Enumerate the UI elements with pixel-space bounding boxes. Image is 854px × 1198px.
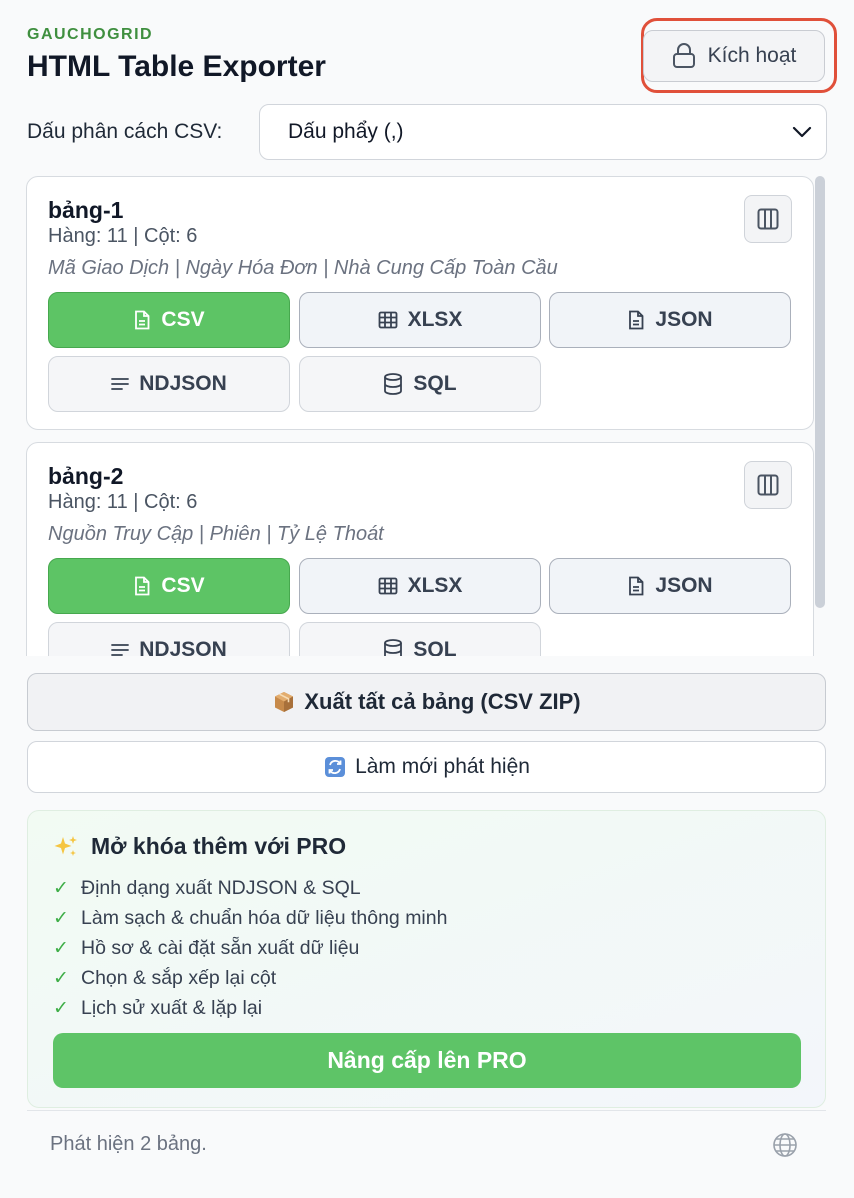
pro-title-row: Mở khóa thêm với PRO: [53, 833, 346, 860]
database-icon: [384, 639, 403, 656]
header: GAUCHOGRID HTML Table Exporter Kích hoạt: [27, 18, 837, 96]
table-grid-icon: [378, 577, 397, 595]
table-name: bảng-2: [48, 463, 124, 489]
json-label: JSON: [655, 308, 713, 331]
scrollbar[interactable]: [814, 176, 826, 656]
refresh-label: Làm mới phát hiện: [355, 755, 530, 778]
lines-icon: [111, 644, 130, 656]
export-all-label: Xuất tất cả bảng (CSV ZIP): [304, 689, 581, 714]
column-picker-button[interactable]: [744, 461, 792, 509]
file-icon: [629, 576, 644, 596]
export-json-button[interactable]: JSON: [549, 558, 791, 614]
pro-title: Mở khóa thêm với PRO: [91, 833, 347, 859]
package-emoji-icon: [272, 690, 296, 714]
table-columns-preview: Nguồn Truy Cập | Phiên | Tỷ Lệ Thoát: [48, 523, 384, 545]
pro-feature-list: ✓ Định dạng xuất NDJSON & SQL ✓ Làm sạch &…: [53, 873, 447, 1023]
check-icon: ✓: [53, 937, 69, 959]
sql-label: SQL: [413, 638, 457, 656]
table-card: bảng-2 Hàng: 11 | Cột: 6 Nguồn Truy Cập …: [26, 442, 814, 656]
list-item: ✓ Định dạng xuất NDJSON & SQL: [53, 873, 447, 903]
export-ndjson-button[interactable]: NDJSON: [48, 622, 290, 656]
export-ndjson-button[interactable]: NDJSON: [48, 356, 290, 412]
sparkles-icon: [54, 835, 77, 856]
export-sql-button[interactable]: SQL: [299, 356, 541, 412]
columns-icon: [757, 208, 779, 230]
feature-text: Làm sạch & chuẩn hóa dữ liệu thông minh: [81, 906, 448, 929]
tables-list[interactable]: bảng-1 Hàng: 11 | Cột: 6 Mã Giao Dịch | …: [26, 176, 826, 656]
export-xlsx-button[interactable]: XLSX: [299, 292, 541, 348]
table-columns-preview: Mã Giao Dịch | Ngày Hóa Đơn | Nhà Cung C…: [48, 257, 558, 279]
json-label: JSON: [655, 574, 713, 597]
csv-separator-label: Dấu phân cách CSV:: [27, 120, 223, 143]
list-item: ✓ Lịch sử xuất & lặp lại: [53, 993, 447, 1023]
ndjson-label: NDJSON: [139, 638, 227, 656]
upgrade-pro-button[interactable]: Nâng cấp lên PRO: [53, 1033, 801, 1088]
xlsx-label: XLSX: [407, 308, 463, 331]
lock-icon: [672, 43, 695, 68]
pro-upsell-panel: Mở khóa thêm với PRO ✓ Định dạng xuất NDJ…: [27, 810, 826, 1108]
column-picker-button[interactable]: [744, 195, 792, 243]
file-icon: [135, 576, 150, 596]
csv-separator-row: Dấu phân cách CSV: Dấu phẩy (,): [27, 104, 827, 160]
sql-label: SQL: [413, 372, 457, 395]
feature-text: Hồ sơ & cài đặt sẵn xuất dữ liệu: [81, 936, 360, 959]
feature-text: Chọn & sắp xếp lại cột: [81, 966, 277, 989]
table-name: bảng-1: [48, 197, 124, 223]
export-csv-button[interactable]: CSV: [48, 558, 290, 614]
table-meta: Hàng: 11 | Cột: 6: [48, 491, 198, 513]
table-grid-icon: [378, 311, 397, 329]
export-csv-button[interactable]: CSV: [48, 292, 290, 348]
table-card: bảng-1 Hàng: 11 | Cột: 6 Mã Giao Dịch | …: [26, 176, 814, 430]
database-icon: [384, 373, 403, 395]
refresh-emoji-icon: [323, 755, 347, 779]
check-icon: ✓: [53, 907, 69, 929]
check-icon: ✓: [53, 997, 69, 1019]
file-icon: [135, 310, 150, 330]
list-item: ✓ Chọn & sắp xếp lại cột: [53, 963, 447, 993]
list-item: ✓ Làm sạch & chuẩn hóa dữ liệu thông minh: [53, 903, 447, 933]
activate-label: Kích hoạt: [707, 44, 797, 67]
xlsx-label: XLSX: [407, 574, 463, 597]
csv-label: CSV: [161, 574, 205, 597]
chevron-down-icon: [792, 126, 812, 138]
csv-separator-value: Dấu phẩy (,): [288, 120, 404, 143]
csv-label: CSV: [161, 308, 205, 331]
columns-icon: [757, 474, 779, 496]
refresh-detection-button[interactable]: Làm mới phát hiện: [27, 741, 826, 793]
check-icon: ✓: [53, 877, 69, 899]
file-icon: [629, 310, 644, 330]
activate-button[interactable]: Kích hoạt: [643, 30, 825, 82]
footer-divider: [27, 1110, 826, 1111]
export-xlsx-button[interactable]: XLSX: [299, 558, 541, 614]
feature-text: Lịch sử xuất & lặp lại: [81, 996, 263, 1019]
check-icon: ✓: [53, 967, 69, 989]
csv-separator-select[interactable]: Dấu phẩy (,): [259, 104, 827, 160]
status-text: Phát hiện 2 bảng.: [50, 1133, 207, 1155]
lines-icon: [111, 378, 130, 390]
export-all-button[interactable]: Xuất tất cả bảng (CSV ZIP): [27, 673, 826, 731]
feature-text: Định dạng xuất NDJSON & SQL: [81, 876, 361, 899]
export-sql-button[interactable]: SQL: [299, 622, 541, 656]
list-item: ✓ Hồ sơ & cài đặt sẵn xuất dữ liệu: [53, 933, 447, 963]
table-meta: Hàng: 11 | Cột: 6: [48, 225, 198, 247]
export-json-button[interactable]: JSON: [549, 292, 791, 348]
scrollbar-thumb[interactable]: [815, 176, 825, 608]
globe-icon[interactable]: [772, 1132, 798, 1158]
ndjson-label: NDJSON: [139, 372, 227, 395]
